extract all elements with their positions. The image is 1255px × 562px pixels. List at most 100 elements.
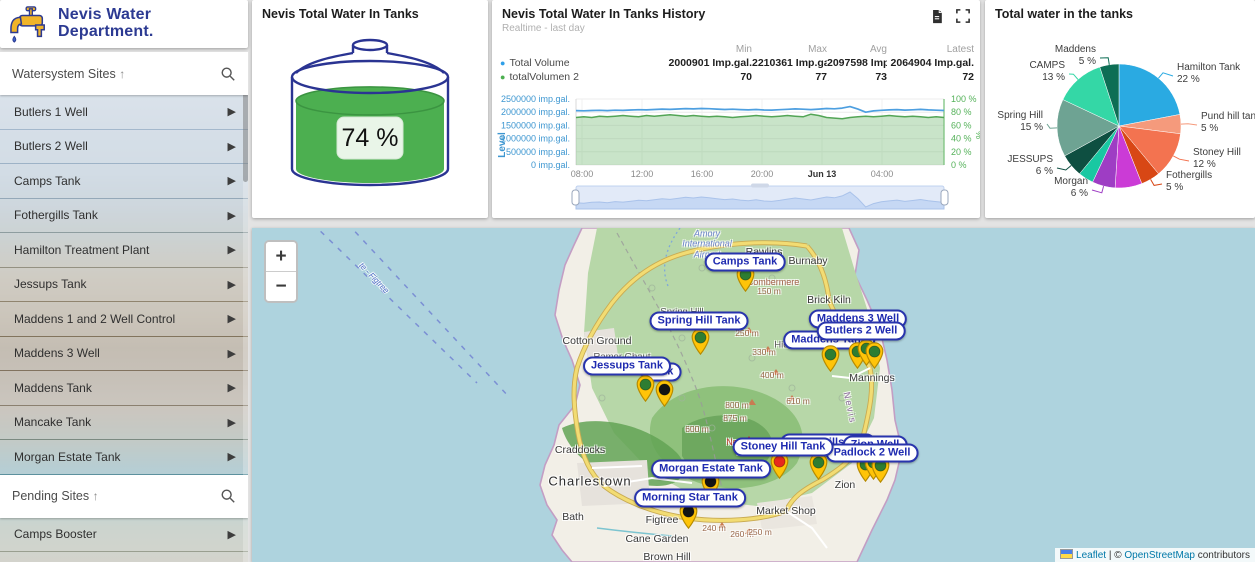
stats-column-header: Min	[632, 43, 752, 56]
map[interactable]: RawlinsBurnabyBrick KilnCombermere150 mA…	[252, 228, 1255, 562]
chart-navigator[interactable]	[572, 184, 948, 210]
svg-text:15 %: 15 %	[1020, 122, 1043, 133]
series-name: ●totalVolumen 2	[500, 70, 632, 84]
series-color-dot: ●	[500, 72, 505, 82]
leaflet-link[interactable]: Leaflet	[1076, 550, 1106, 561]
expand-arrow-icon: ▶	[228, 174, 236, 187]
sidebar-item[interactable]: Fothergills Booster▶	[0, 552, 248, 562]
svg-text:1500000 imp.gal.: 1500000 imp.gal.	[501, 120, 570, 130]
site-name: Camps Tank	[14, 174, 80, 188]
pie-label: JESSUPS	[1007, 154, 1053, 165]
svg-text:12 %: 12 %	[1193, 159, 1216, 170]
sidebar-item[interactable]: Butlers 2 Well▶	[0, 130, 248, 164]
site-name: Butlers 1 Well	[14, 105, 88, 119]
ukraine-flag-icon	[1060, 549, 1073, 559]
site-name: Maddens 1 and 2 Well Control	[14, 312, 175, 326]
pie-label: Spring Hill	[997, 110, 1043, 121]
stat-row[interactable]: ●totalVolumen 270777372	[500, 70, 974, 84]
svg-text:16:00: 16:00	[691, 169, 714, 179]
osm-link[interactable]: OpenStreetMap	[1124, 550, 1195, 561]
attribution-tail: contributors	[1195, 550, 1250, 561]
sidebar-item[interactable]: Maddens 1 and 2 Well Control▶	[0, 302, 248, 336]
map-tooltip: Stoney Hill Tank	[733, 438, 834, 457]
sidebar-item[interactable]: Fothergills Tank ▶	[0, 199, 248, 233]
history-subtitle: Realtime - last day	[492, 21, 980, 34]
pie-label: Stoney Hill	[1193, 147, 1241, 158]
search-icon[interactable]	[220, 66, 236, 82]
pie-label: Hamilton Tank	[1177, 62, 1241, 73]
history-chart[interactable]: 2500000 imp.gal.100 %2000000 imp.gal.80 …	[492, 90, 980, 218]
sort-arrow-icon: ↑	[93, 489, 99, 503]
left-axis-label: Level	[497, 132, 508, 158]
fullscreen-icon[interactable]	[956, 9, 970, 23]
site-name: Maddens Tank	[14, 381, 92, 395]
map-marker[interactable]	[655, 380, 674, 407]
zoom-out-button[interactable]: −	[266, 272, 296, 301]
series-color-dot: ●	[500, 58, 505, 68]
stats-column-header: Latest	[887, 43, 974, 56]
svg-text:Jun 13: Jun 13	[808, 169, 837, 179]
site-name: Camps Booster	[14, 527, 97, 541]
tank-panel: Nevis Total Water In Tanks 74 %	[252, 0, 488, 218]
map-tooltip: Camps Tank	[705, 253, 786, 272]
sidebar-item[interactable]: Jessups Tank▶	[0, 268, 248, 302]
site-name: Fothergills Tank	[14, 208, 98, 222]
sidebar-item[interactable]: Camps Tank ▶	[0, 164, 248, 198]
stat-value: 2064904 Imp.gal.	[887, 56, 974, 70]
export-report-icon[interactable]	[930, 9, 944, 24]
map-marker[interactable]	[865, 342, 884, 369]
svg-text:80 %: 80 %	[951, 107, 972, 117]
svg-text:5 %: 5 %	[1079, 56, 1096, 67]
svg-text:0 %: 0 %	[951, 160, 967, 170]
pie-title: Total water in the tanks	[985, 0, 1143, 21]
search-icon[interactable]	[220, 488, 236, 504]
sidebar-item[interactable]: Butlers 1 Well▶	[0, 95, 248, 129]
attribution-separator: | ©	[1106, 550, 1124, 561]
stats-table: MinMaxAvgLatest●Total Volume2000901 Imp.…	[500, 43, 974, 84]
expand-arrow-icon: ▶	[228, 450, 236, 463]
site-name: Hamilton Treatment Plant	[14, 243, 149, 257]
section-header[interactable]: Watersystem Sites ↑	[0, 52, 248, 95]
history-panel: Nevis Total Water In Tanks History Realt…	[492, 0, 980, 218]
sidebar-item[interactable]: Morgan Estate Tank▶	[0, 440, 248, 474]
zoom-in-button[interactable]: +	[266, 242, 296, 272]
pie-label: Fothergills	[1166, 170, 1212, 181]
brand-name: Nevis Water Department.	[58, 7, 154, 41]
sidebar: Nevis Water Department. Watersystem Site…	[0, 0, 248, 562]
sidebar-item[interactable]: Maddens Tank ▶	[0, 371, 248, 405]
faucet-logo-icon	[8, 5, 50, 43]
tank-panel-title: Nevis Total Water In Tanks	[252, 0, 488, 21]
site-list: Watersystem Sites ↑Butlers 1 Well▶Butler…	[0, 52, 248, 562]
svg-text:6 %: 6 %	[1036, 166, 1053, 177]
map-tooltip: Jessups Tank	[583, 357, 671, 376]
sidebar-item[interactable]: Camps Booster ▶	[0, 518, 248, 552]
section-header[interactable]: Pending Sites ↑	[0, 475, 248, 518]
expand-arrow-icon: ▶	[228, 528, 236, 541]
svg-text:12:00: 12:00	[631, 169, 654, 179]
svg-text:0 imp.gal.: 0 imp.gal.	[531, 160, 570, 170]
sidebar-item[interactable]: Maddens 3 Well▶	[0, 337, 248, 371]
svg-text:40 %: 40 %	[951, 134, 972, 144]
map-marker[interactable]	[821, 345, 840, 372]
map-marker[interactable]	[691, 328, 710, 355]
map-zoom-control: + −	[264, 240, 298, 303]
svg-text:04:00: 04:00	[871, 169, 894, 179]
pie-label: Pund hill tank	[1201, 111, 1255, 122]
sidebar-item[interactable]: Mancake Tank▶	[0, 406, 248, 440]
app-logo: Nevis Water Department.	[0, 0, 248, 48]
pie-chart[interactable]: Hamilton Tank22 % Pund hill tank 5 % Stoney…	[985, 0, 1255, 218]
stat-row[interactable]: ●Total Volume2000901 Imp.gal.2210361 Imp…	[500, 56, 974, 70]
expand-arrow-icon: ▶	[228, 209, 236, 222]
map-marker[interactable]	[809, 453, 828, 480]
sidebar-item[interactable]: Hamilton Treatment Plant▶	[0, 233, 248, 267]
dashboard: Nevis Water Department. Watersystem Site…	[0, 0, 1255, 562]
stat-value: 2000901 Imp.gal.	[632, 56, 752, 70]
site-name: Jessups Tank	[14, 277, 87, 291]
stats-header-row: MinMaxAvgLatest	[500, 43, 974, 56]
expand-arrow-icon: ▶	[228, 381, 236, 394]
svg-text:22 %: 22 %	[1177, 74, 1200, 85]
pie-label: CAMPS	[1029, 60, 1065, 71]
svg-text:100 %: 100 %	[951, 94, 977, 104]
stat-value: 2097598 Imp.gal.	[827, 56, 887, 70]
map-marker[interactable]	[636, 375, 655, 402]
